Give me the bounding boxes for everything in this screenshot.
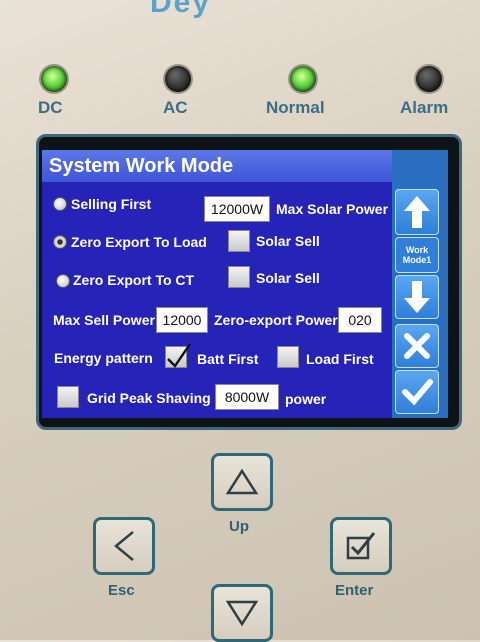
solar-sell-checkbox-1[interactable] [228, 230, 250, 252]
load-first-checkbox[interactable] [277, 346, 299, 368]
checkbox-enter-icon [346, 532, 376, 560]
chevron-left-icon [114, 531, 134, 561]
grid-peak-shaving-checkbox[interactable] [57, 386, 79, 408]
scroll-up-button[interactable] [395, 189, 439, 235]
work-mode-page-indicator: Work Mode1 [395, 237, 439, 273]
dc-led-label: DC [38, 98, 63, 117]
grid-peak-shaving-label: Grid Peak Shaving [87, 390, 211, 406]
enter-key-label: Enter [335, 582, 374, 599]
grid-peak-power-unit-label: power [285, 391, 327, 407]
check-icon [402, 379, 433, 406]
up-key[interactable] [211, 453, 273, 511]
max-sell-power-label: Max Sell Power [53, 312, 155, 328]
zero-export-ct-radio[interactable] [56, 274, 70, 288]
load-first-label: Load First [306, 351, 374, 367]
work-mode-line2: Mode1 [402, 255, 432, 265]
batt-first-label: Batt First [197, 351, 259, 367]
arrow-down-icon [404, 281, 430, 313]
normal-led-indicator [290, 66, 316, 92]
selling-first-label: Selling First [71, 196, 152, 212]
alarm-led-label: Alarm [400, 98, 449, 117]
screen-title: System Work Mode [42, 150, 392, 182]
ac-led-label: AC [163, 98, 188, 117]
esc-key-label: Esc [108, 582, 135, 599]
esc-key[interactable] [93, 517, 155, 575]
confirm-button[interactable] [395, 370, 439, 414]
energy-pattern-label: Energy pattern [54, 350, 153, 366]
zero-export-ct-label: Zero Export To CT [73, 272, 195, 288]
max-solar-power-label: Max Solar Power [276, 201, 389, 217]
zero-export-load-label: Zero Export To Load [71, 234, 207, 250]
brand-logo-fragment: Dey [150, 0, 212, 19]
checkmark-icon [167, 343, 191, 368]
dc-led-indicator [41, 66, 67, 92]
zero-export-load-radio[interactable] [53, 235, 67, 249]
alarm-led-indicator [416, 66, 442, 92]
down-key[interactable] [211, 584, 273, 642]
triangle-up-icon [225, 468, 259, 495]
cancel-button[interactable] [395, 324, 439, 368]
solar-sell-label-1: Solar Sell [256, 233, 320, 249]
selling-first-radio[interactable] [53, 197, 67, 211]
close-icon [404, 333, 430, 359]
scroll-down-button[interactable] [395, 275, 439, 319]
solar-sell-checkbox-2[interactable] [228, 266, 250, 288]
work-mode-line1: Work [405, 245, 429, 255]
up-key-label: Up [229, 518, 249, 535]
grid-peak-power-input[interactable]: 8000W [215, 384, 279, 410]
solar-sell-label-2: Solar Sell [256, 270, 320, 286]
enter-key[interactable] [330, 517, 392, 575]
batt-first-checkbox[interactable] [165, 343, 191, 368]
max-sell-power-input[interactable]: 12000 [156, 307, 208, 333]
arrow-up-icon [404, 196, 430, 228]
zero-export-power-label: Zero-export Power [214, 312, 338, 328]
triangle-down-icon [225, 600, 259, 627]
ac-led-indicator [165, 66, 191, 92]
zero-export-power-input[interactable]: 020 [338, 307, 382, 333]
max-solar-power-input[interactable]: 12000W [204, 196, 270, 222]
normal-led-label: Normal [266, 98, 325, 117]
